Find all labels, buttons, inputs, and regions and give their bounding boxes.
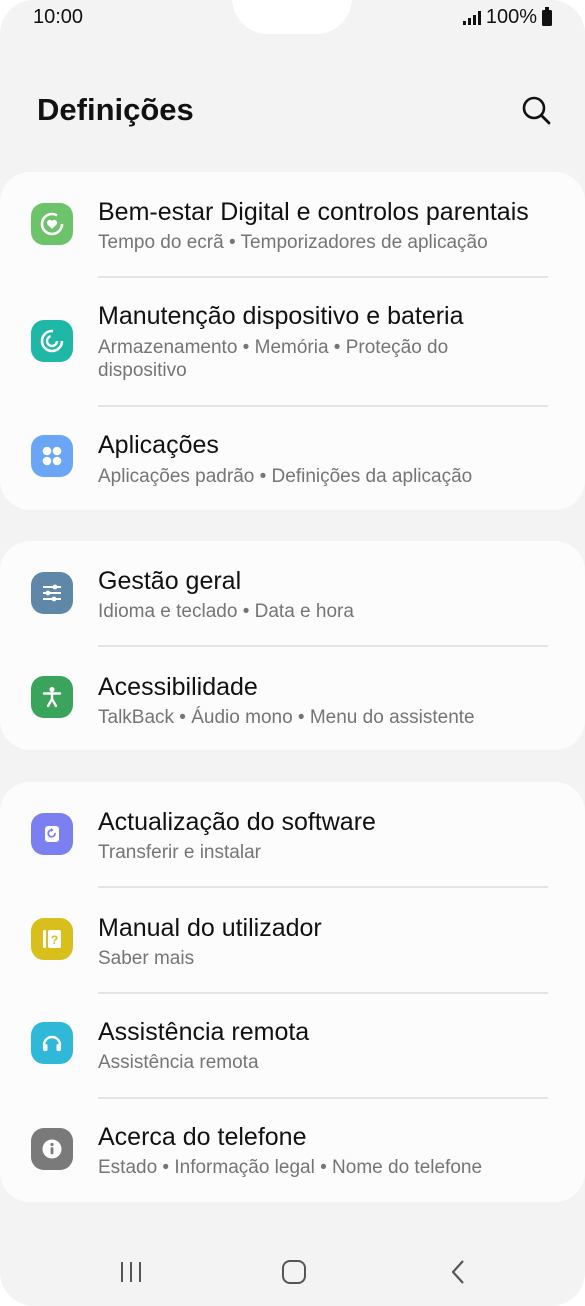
item-title: Acerca do telefone xyxy=(98,1123,307,1151)
item-subtitle: Armazenamento • Memória • Proteção do di… xyxy=(98,337,449,381)
setting-device-care[interactable]: Manutenção dispositivo e bateria Armazen… xyxy=(0,278,585,406)
signal-icon xyxy=(462,10,481,25)
recents-icon xyxy=(121,1262,141,1282)
software-update-icon xyxy=(31,813,73,855)
item-title: Aplicações xyxy=(98,431,219,459)
status-indicators: 100% xyxy=(462,6,552,29)
page-title: Definições xyxy=(37,92,194,127)
sliders-icon xyxy=(31,572,73,614)
search-button[interactable] xyxy=(516,91,556,131)
setting-user-manual[interactable]: ? Manual do utilizador Saber mais xyxy=(0,888,585,992)
battery-icon xyxy=(542,6,552,26)
setting-software-update[interactable]: Actualização do software Transferir e in… xyxy=(0,782,585,886)
item-subtitle: Tempo do ecrã • Temporizadores de aplica… xyxy=(98,232,488,253)
digital-wellbeing-icon xyxy=(31,203,73,245)
back-icon xyxy=(451,1260,464,1284)
info-icon xyxy=(31,1128,73,1170)
search-icon xyxy=(522,96,551,125)
item-subtitle: Estado • Informação legal • Nome do tele… xyxy=(98,1157,483,1178)
phone-screen: 10:00 100% Definições Bem-estar Digital … xyxy=(0,0,585,1306)
item-title: Assistência remota xyxy=(98,1018,310,1046)
status-bar: 10:00 100% xyxy=(0,0,585,36)
home-icon xyxy=(282,1260,306,1284)
item-subtitle: Idioma e teclado • Data e hora xyxy=(98,601,354,622)
svg-text:?: ? xyxy=(51,933,58,947)
headset-icon xyxy=(31,1022,73,1064)
status-time: 10:00 xyxy=(33,6,84,28)
setting-about-phone[interactable]: Acerca do telefone Estado • Informação l… xyxy=(0,1099,585,1202)
item-title: Manual do utilizador xyxy=(98,914,322,942)
settings-group-3: Actualização do software Transferir e in… xyxy=(0,782,585,1202)
recents-button[interactable] xyxy=(106,1256,156,1288)
user-manual-icon: ? xyxy=(31,918,73,960)
navigation-bar xyxy=(0,1236,585,1306)
back-button[interactable] xyxy=(434,1256,484,1288)
item-title: Acessibilidade xyxy=(98,673,258,701)
camera-notch xyxy=(232,0,352,34)
device-care-icon xyxy=(31,320,73,362)
item-title: Gestão geral xyxy=(98,567,242,595)
setting-digital-wellbeing[interactable]: Bem-estar Digital e controlos parentais … xyxy=(0,172,585,276)
item-subtitle: Saber mais xyxy=(98,948,195,969)
apps-icon xyxy=(31,435,73,477)
setting-remote-assistance[interactable]: Assistência remota Assistência remota xyxy=(0,994,585,1098)
battery-percent: 100% xyxy=(485,6,537,28)
home-button[interactable] xyxy=(269,1256,319,1288)
accessibility-icon xyxy=(31,676,73,718)
item-subtitle: Transferir e instalar xyxy=(98,842,261,863)
item-title: Manutenção dispositivo e bateria xyxy=(98,302,464,330)
item-subtitle: Assistência remota xyxy=(98,1052,259,1073)
item-title: Bem-estar Digital e controlos parentais xyxy=(98,198,529,226)
item-title: Actualização do software xyxy=(98,808,376,836)
setting-apps[interactable]: Aplicações Aplicações padrão • Definiçõe… xyxy=(0,407,585,510)
setting-general-management[interactable]: Gestão geral Idioma e teclado • Data e h… xyxy=(0,541,585,645)
settings-group-1: Bem-estar Digital e controlos parentais … xyxy=(0,172,585,510)
settings-group-2: Gestão geral Idioma e teclado • Data e h… xyxy=(0,541,585,750)
item-subtitle: Aplicações padrão • Definições da aplica… xyxy=(98,466,473,487)
setting-accessibility[interactable]: Acessibilidade TalkBack • Áudio mono • M… xyxy=(0,647,585,750)
item-subtitle: TalkBack • Áudio mono • Menu do assisten… xyxy=(98,707,475,728)
